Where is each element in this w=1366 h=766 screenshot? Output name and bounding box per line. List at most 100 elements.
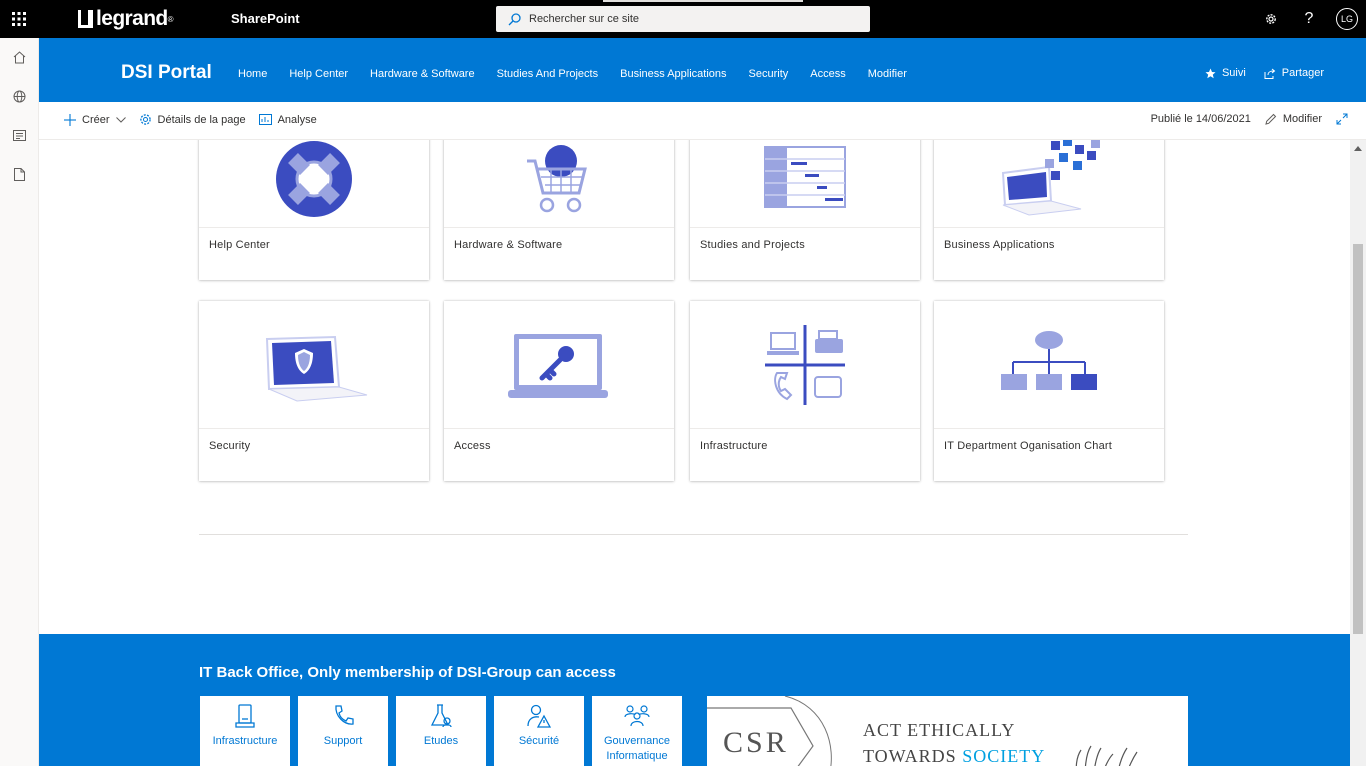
flask-icon (430, 704, 452, 728)
tile-infrastructure[interactable]: Infrastructure (690, 301, 920, 481)
site-header: DSI Portal Home Help Center Hardware & S… (39, 38, 1366, 102)
create-button[interactable]: Créer (64, 113, 126, 126)
shopping-cart-icon (444, 140, 674, 228)
site-title[interactable]: DSI Portal (121, 62, 212, 84)
tile-label: Studies and Projects (700, 239, 805, 251)
section-divider (199, 534, 1188, 535)
tile-security[interactable]: Security (199, 301, 429, 481)
legrand-logo[interactable]: legrand ® (78, 7, 174, 31)
tile-studies-projects[interactable]: Studies and Projects (690, 140, 920, 280)
people-group-icon (624, 705, 650, 727)
tile-label: Hardware & Software (454, 239, 563, 251)
tile-hardware-software[interactable]: Hardware & Software (444, 140, 674, 280)
analytics-label: Analyse (277, 113, 317, 126)
lifebuoy-icon (199, 140, 429, 228)
expand-icon[interactable] (1336, 113, 1348, 125)
star-icon (1205, 68, 1216, 78)
laptop-apps-icon (934, 140, 1164, 228)
tile-org-chart[interactable]: IT Department Oganisation Chart (934, 301, 1164, 481)
back-office-infrastructure[interactable]: Infrastructure (200, 696, 290, 766)
tile-label: Access (454, 440, 491, 452)
back-office-support[interactable]: Support (298, 696, 388, 766)
tile-label: Business Applications (944, 239, 1055, 251)
tile-access[interactable]: Access (444, 301, 674, 481)
back-office-label: Gouvernance Informatique (603, 735, 671, 762)
banner-line2: TOWARDS SOCIETY (863, 746, 1045, 766)
nav-edit[interactable]: Modifier (868, 68, 907, 80)
search-icon (508, 12, 521, 25)
page-details-button[interactable]: Détails de la page (139, 113, 246, 126)
phone-icon (235, 704, 255, 728)
top-navigation: Home Help Center Hardware & Software Stu… (238, 68, 929, 80)
scrollbar-thumb[interactable] (1353, 244, 1363, 634)
published-date: Publié le 14/06/2021 (1150, 113, 1251, 125)
back-office-section: IT Back Office, Only membership of DSI-G… (39, 634, 1350, 766)
tile-label: Help Center (209, 239, 270, 251)
user-warning-icon (527, 704, 551, 728)
brand-name: legrand (96, 7, 168, 30)
app-launcher-icon[interactable] (0, 0, 38, 38)
nav-business-applications[interactable]: Business Applications (620, 68, 726, 80)
nav-access[interactable]: Access (810, 68, 845, 80)
tile-label: Infrastructure (700, 440, 768, 452)
back-office-label: Support (323, 735, 363, 747)
search-placeholder: Rechercher sur ce site (529, 13, 640, 25)
document-icon[interactable] (0, 155, 39, 194)
back-office-label: Etudes (423, 735, 459, 747)
gear-icon (139, 114, 151, 125)
share-button[interactable]: Partager (1264, 67, 1324, 79)
nav-security[interactable]: Security (749, 68, 789, 80)
infrastructure-icon (690, 301, 920, 429)
share-label: Partager (1281, 67, 1324, 79)
gantt-chart-icon (690, 140, 920, 228)
tile-label: IT Department Oganisation Chart (944, 440, 1113, 452)
tile-business-applications[interactable]: Business Applications (934, 140, 1164, 280)
page-details-label: Détails de la page (157, 113, 246, 126)
home-icon[interactable] (0, 38, 39, 77)
nav-home[interactable]: Home (238, 68, 267, 80)
command-bar: Créer Détails de la page Analyse Publié … (39, 102, 1366, 140)
create-label: Créer (82, 113, 110, 126)
page-scrollbar[interactable] (1350, 140, 1366, 766)
settings-gear-icon[interactable] (1252, 0, 1290, 38)
laptop-shield-icon (199, 301, 429, 429)
registered-mark: ® (167, 14, 174, 24)
follow-button[interactable]: Suivi (1205, 67, 1246, 79)
back-office-gouvernance[interactable]: Gouvernance Informatique (592, 696, 682, 766)
help-icon[interactable]: ? (1290, 0, 1328, 38)
page-content: Help Center Hardware & Software Studies … (39, 140, 1350, 766)
back-office-securite[interactable]: Sécurité (494, 696, 584, 766)
avatar[interactable]: LG (1336, 8, 1358, 30)
search-input[interactable]: Rechercher sur ce site (496, 6, 870, 32)
share-icon (1264, 68, 1276, 79)
csr-banner[interactable]: CSR ACT ETHICALLY TOWARDS SOCIETY (707, 696, 1188, 766)
suite-bar: legrand ® SharePoint Rechercher sur ce s… (0, 0, 1366, 38)
plus-icon (64, 113, 76, 126)
pencil-icon (1265, 113, 1277, 125)
back-office-etudes[interactable]: Etudes (396, 696, 486, 766)
news-icon[interactable] (0, 116, 39, 155)
nav-studies-projects[interactable]: Studies And Projects (497, 68, 599, 80)
back-office-label: Sécurité (518, 735, 560, 747)
legrand-mark-icon (78, 10, 93, 28)
org-chart-icon (934, 301, 1164, 429)
scroll-up-arrow-icon[interactable] (1354, 146, 1362, 151)
back-office-label: Infrastructure (212, 735, 278, 747)
globe-icon[interactable] (0, 77, 39, 116)
hands-illustration-icon (1075, 745, 1138, 766)
analytics-button[interactable]: Analyse (258, 113, 317, 126)
app-bar (0, 38, 39, 766)
edit-button[interactable]: Modifier (1265, 113, 1322, 125)
nav-hardware-software[interactable]: Hardware & Software (370, 68, 475, 80)
tile-label: Security (209, 440, 251, 452)
nav-help-center[interactable]: Help Center (289, 68, 348, 80)
app-title[interactable]: SharePoint (231, 11, 300, 26)
laptop-key-icon (444, 301, 674, 429)
csr-text: CSR (723, 726, 789, 759)
edit-label: Modifier (1282, 113, 1322, 125)
follow-label: Suivi (1221, 67, 1246, 79)
banner-line2-text: TOWARDS (863, 746, 957, 766)
back-office-title: IT Back Office, Only membership of DSI-G… (199, 664, 616, 681)
tile-help-center[interactable]: Help Center (199, 140, 429, 280)
search-accent (603, 0, 803, 2)
